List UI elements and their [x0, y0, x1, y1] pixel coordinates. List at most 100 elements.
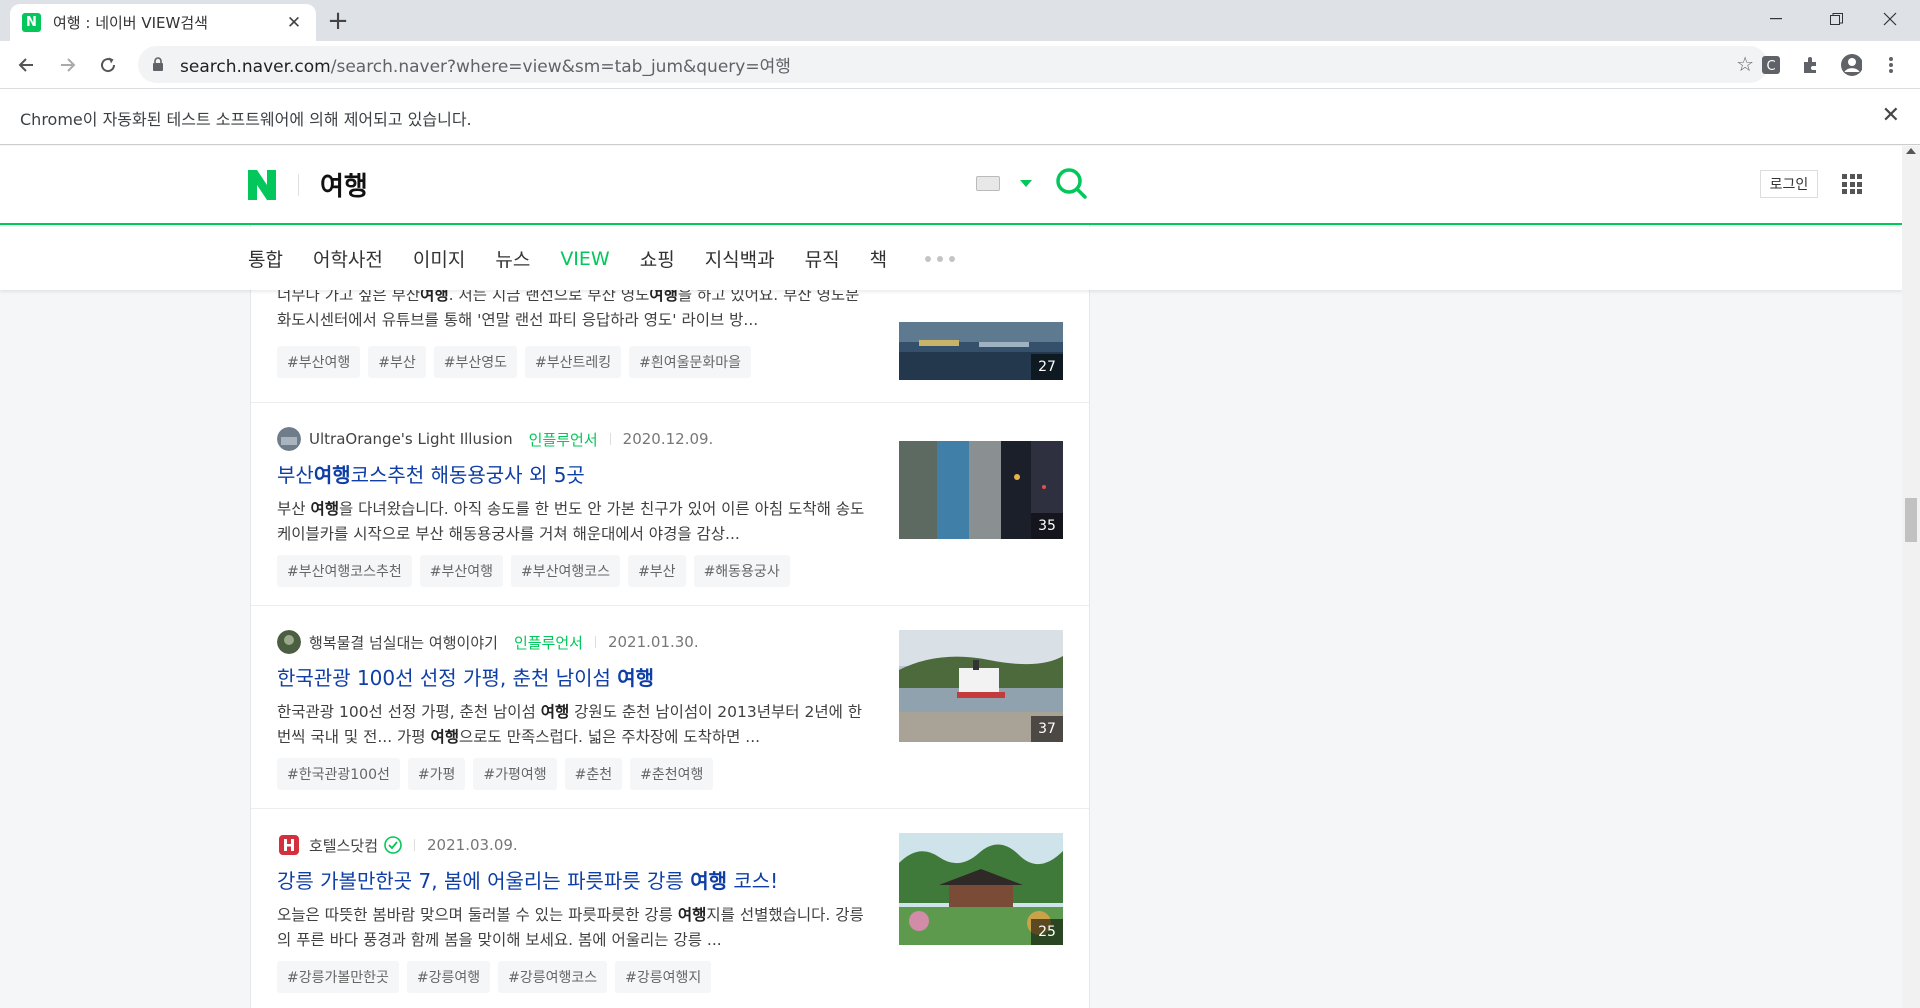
extensions-puzzle-icon[interactable]: [1800, 54, 1822, 76]
author-name[interactable]: 호텔스닷컴: [309, 835, 378, 856]
hashtag-chip[interactable]: #흰여울문화마을: [629, 346, 752, 378]
text-segment: 강릉 가볼만한곳 7, 봄에 어울리는 파릇파릇 강릉: [277, 869, 691, 893]
window-close-icon[interactable]: [1860, 0, 1920, 38]
result-desc: 부산 여행을 다녀왔습니다. 아직 송도를 한 번도 안 가본 친구가 있어 이…: [277, 497, 867, 547]
page-scrollbar[interactable]: [1902, 146, 1920, 1008]
result-thumbnail[interactable]: 25: [899, 833, 1063, 945]
post-date: 2020.12.09.: [622, 430, 714, 448]
result-tags: #강릉가볼만한곳 #강릉여행 #강릉여행코스 #강릉여행지: [277, 961, 712, 993]
browser-tab[interactable]: N 여행 : 네이버 VIEW검색 ✕: [10, 4, 316, 41]
minimize-icon[interactable]: [1746, 0, 1806, 38]
keyword-highlight: 여행: [313, 463, 351, 487]
new-tab-button[interactable]: +: [324, 6, 352, 36]
result-title-link[interactable]: 한국관광 100선 선정 가평, 춘천 남이섬 여행: [277, 662, 654, 691]
hashtag-chip[interactable]: #부산: [628, 555, 686, 587]
tab-title: 여행 : 네이버 VIEW검색: [53, 14, 208, 32]
result-item: 호텔스닷컴 2021.03.09. 강릉 가볼만한곳 7, 봄에 어울리는 파릇…: [251, 809, 1089, 1008]
bookmark-star-icon[interactable]: ☆: [1736, 52, 1754, 76]
hashtag-chip[interactable]: #부산: [368, 346, 426, 378]
profile-avatar-icon[interactable]: [1840, 54, 1862, 76]
more-categories-icon[interactable]: [925, 255, 956, 262]
address-bar[interactable]: search.naver.com/search.naver?where=view…: [138, 46, 1768, 83]
hashtag-chip[interactable]: #가평: [407, 758, 466, 790]
author-name[interactable]: 행복물결 넘실대는 여행이야기: [309, 632, 498, 653]
scrollbar-thumb[interactable]: [1905, 498, 1917, 542]
text-segment: 을 다녀왔습니다. 아직 송도를 한 번도 안 가본 친구가 있어 이른 아침 …: [277, 500, 865, 543]
hashtag-chip[interactable]: #춘천: [564, 758, 623, 790]
hashtag-chip[interactable]: #해동용궁사: [693, 555, 790, 587]
result-tags: #부산여행코스추천 #부산여행 #부산여행코스 #부산 #해동용궁사: [277, 555, 790, 587]
tab-2[interactable]: 이미지: [413, 245, 465, 272]
url-text[interactable]: search.naver.com/search.naver?where=view…: [180, 52, 791, 77]
author-avatar[interactable]: [277, 427, 301, 451]
naver-logo-icon[interactable]: [248, 170, 276, 200]
keyboard-icon[interactable]: [976, 176, 1000, 191]
result-thumbnail[interactable]: 27: [899, 322, 1063, 380]
text-segment: 으로도 만족스럽다. 넓은 주차장에 도착하면 ...: [459, 728, 761, 746]
post-date: 2021.01.30.: [607, 633, 699, 651]
automation-infobar: Chrome이 자동화된 테스트 소프트웨어에 의해 제어되고 있습니다. ✕: [0, 88, 1920, 145]
hashtag-chip[interactable]: #강릉여행지: [615, 961, 712, 993]
reload-icon[interactable]: [92, 49, 124, 81]
tab-8[interactable]: 책: [870, 245, 887, 272]
result-title-link[interactable]: 부산여행코스추천 해동용궁사 외 5곳: [277, 459, 585, 488]
meta-divider: [609, 433, 611, 445]
hashtag-chip[interactable]: #부산트레킹: [525, 346, 622, 378]
extension-c-icon[interactable]: C: [1760, 54, 1782, 76]
apps-grid-icon[interactable]: [1842, 174, 1862, 194]
image-count-badge: 37: [1031, 716, 1063, 742]
author-name[interactable]: UltraOrange's Light Illusion: [309, 430, 513, 448]
search-query[interactable]: 여행: [320, 166, 368, 203]
author-avatar[interactable]: [277, 630, 301, 654]
result-meta: 호텔스닷컴 2021.03.09.: [277, 833, 518, 857]
hashtag-chip[interactable]: #가평여행: [473, 758, 557, 790]
result-tags: #부산여행 #부산 #부산영도 #부산트레킹 #흰여울문화마을: [277, 346, 752, 378]
browser-menu-icon[interactable]: [1880, 54, 1902, 76]
back-arrow-icon[interactable]: [10, 49, 42, 81]
result-title-link[interactable]: 강릉 가볼만한곳 7, 봄에 어울리는 파릇파릇 강릉 여행 코스!: [277, 865, 778, 894]
image-count-badge: 35: [1031, 513, 1063, 539]
hashtag-chip[interactable]: #강릉여행코스: [498, 961, 608, 993]
result-thumbnail[interactable]: 37: [899, 630, 1063, 742]
scroll-up-arrow-icon[interactable]: [1906, 148, 1916, 154]
login-button[interactable]: 로그인: [1760, 170, 1818, 198]
result-thumbnail[interactable]: 35: [899, 427, 1063, 539]
browser-toolbar: search.naver.com/search.naver?where=view…: [0, 41, 1920, 88]
url-path: /search.naver?where=view&sm=tab_jum&quer…: [330, 57, 791, 77]
tab-7[interactable]: 뮤직: [805, 245, 840, 272]
hashtag-chip[interactable]: #강릉가볼만한곳: [277, 961, 399, 993]
forward-arrow-icon[interactable]: [52, 49, 84, 81]
browser-tab-strip: N 여행 : 네이버 VIEW검색 ✕ +: [0, 0, 1920, 41]
hashtag-chip[interactable]: #부산여행코스: [511, 555, 621, 587]
tab-3[interactable]: 뉴스: [495, 245, 530, 272]
search-icon[interactable]: [1054, 166, 1088, 200]
tab-close-icon[interactable]: ✕: [284, 13, 304, 33]
tab-4[interactable]: VIEW: [560, 248, 609, 270]
hashtag-chip[interactable]: #부산여행코스추천: [277, 555, 412, 587]
infobar-close-icon[interactable]: ✕: [1882, 103, 1900, 128]
tab-1[interactable]: 어학사전: [313, 245, 383, 272]
tab-5[interactable]: 쇼핑: [640, 245, 675, 272]
hashtag-chip[interactable]: #부산여행: [277, 346, 361, 378]
result-item: UltraOrange's Light Illusion 인플루언서 2020.…: [251, 403, 1089, 606]
text-segment: 코스!: [727, 869, 779, 893]
hashtag-chip[interactable]: #춘천여행: [630, 758, 714, 790]
result-desc: 오늘은 따뜻한 봄바람 맞으며 둘러볼 수 있는 파릇파릇한 강릉 여행지를 선…: [277, 903, 867, 953]
chevron-down-icon[interactable]: [1020, 180, 1032, 187]
hotels-logo-icon[interactable]: [277, 833, 301, 857]
lock-icon[interactable]: [150, 57, 166, 73]
keyword-highlight: 여행: [310, 500, 339, 518]
verified-check-icon: [384, 836, 402, 854]
influencer-badge: 인플루언서: [513, 633, 583, 652]
hashtag-chip[interactable]: #한국관광100선: [277, 758, 400, 790]
result-desc: 한국관광 100선 선정 가평, 춘천 남이섬 여행 강원도 춘천 남이섬이 2…: [277, 700, 867, 750]
meta-divider: [594, 636, 596, 648]
hashtag-chip[interactable]: #강릉여행: [406, 961, 491, 993]
hashtag-chip[interactable]: #부산여행: [419, 555, 504, 587]
tab-6[interactable]: 지식백과: [705, 245, 775, 272]
naver-favicon-icon: N: [22, 13, 41, 32]
tab-0[interactable]: 통합: [248, 245, 283, 272]
restore-icon[interactable]: [1806, 0, 1866, 38]
result-desc: 너무나 가고 싶은 부산여행. 저는 지금 랜선으로 부산 영도여행을 하고 있…: [277, 283, 867, 333]
hashtag-chip[interactable]: #부산영도: [433, 346, 518, 378]
